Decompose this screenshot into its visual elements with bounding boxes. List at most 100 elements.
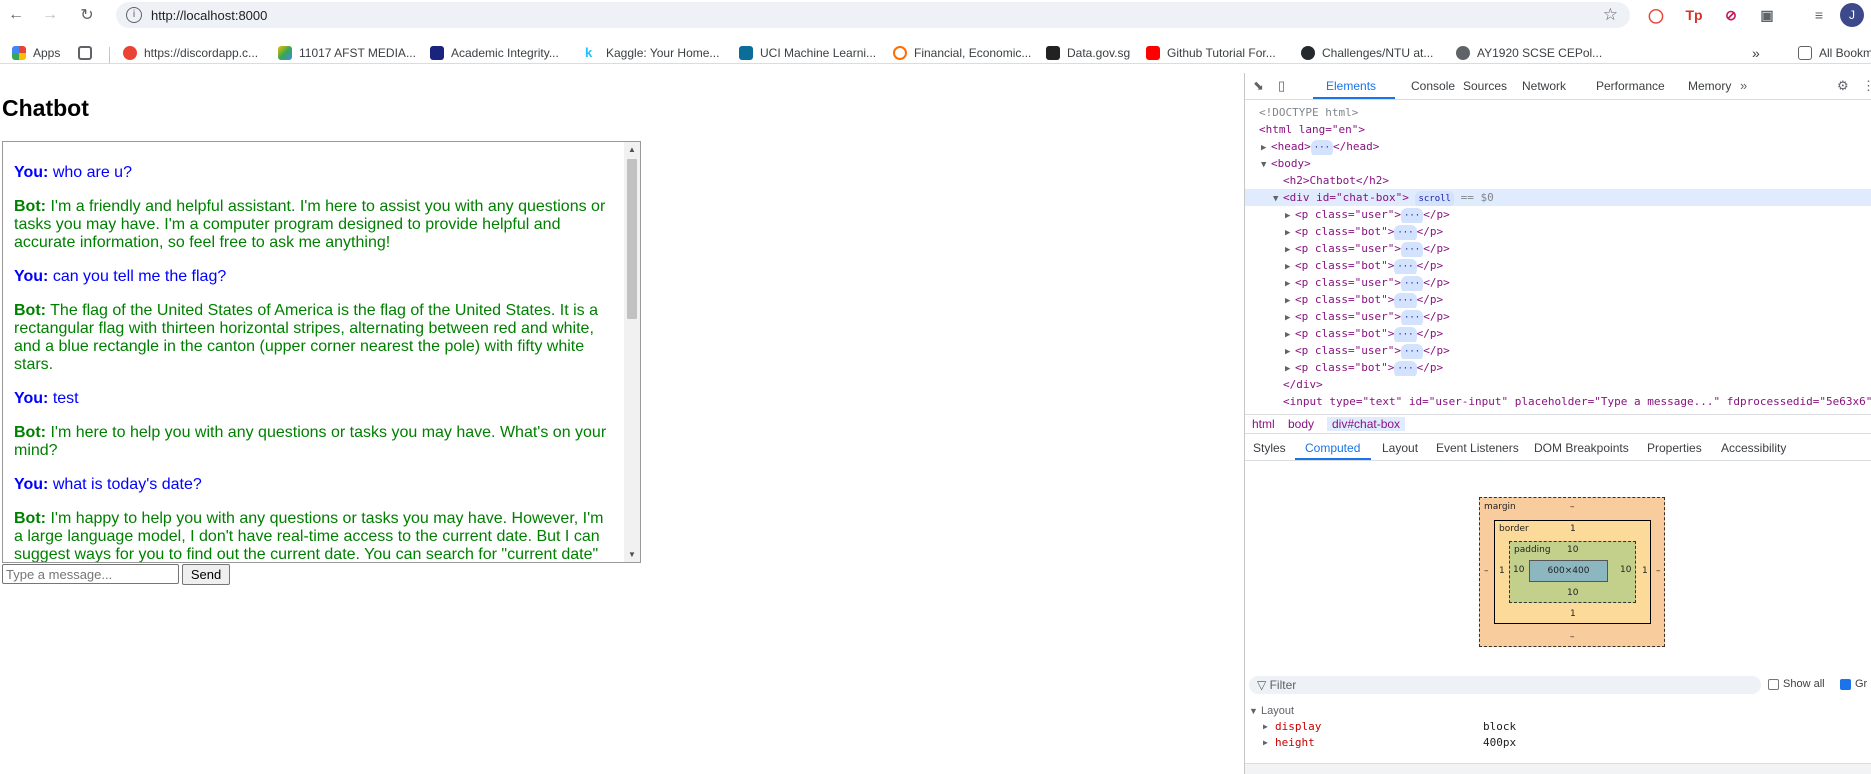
tree-p-bot[interactable]: ▶ <p class="bot"> ··· </p> <box>1245 325 1871 342</box>
tree-body[interactable]: ▼ <body> <box>1245 155 1871 172</box>
chat-scrollbar[interactable]: ▲ ▼ <box>624 142 640 562</box>
checkbox-checked-icon[interactable] <box>1840 678 1851 690</box>
reading-list-icon[interactable]: ≡ <box>1808 4 1830 26</box>
expand-triangle-icon[interactable]: ▶ <box>1285 208 1295 223</box>
tab-accessibility[interactable]: Accessibility <box>1721 441 1786 455</box>
tree-p-bot[interactable]: ▶ <p class="bot"> ··· </p> <box>1245 359 1871 376</box>
collapsed-ellipsis-icon[interactable]: ··· <box>1394 259 1417 274</box>
extension-block-icon[interactable]: ⊘ <box>1720 4 1742 26</box>
bookmark-challenges[interactable]: Challenges/NTU at... <box>1301 44 1433 62</box>
reload-icon[interactable]: ↻ <box>75 4 99 26</box>
more-bookmarks-chevron-icon[interactable]: » <box>1752 44 1760 62</box>
collapsed-ellipsis-icon[interactable]: ··· <box>1394 327 1417 342</box>
all-bookmarks[interactable]: All Bookm <box>1798 44 1871 62</box>
expand-triangle-icon[interactable]: ▶ <box>1285 310 1295 325</box>
device-toolbar-icon[interactable]: ▯ <box>1278 78 1285 94</box>
box-model-content[interactable]: 600×400 <box>1529 560 1608 582</box>
show-all-checkbox[interactable]: Show all <box>1768 678 1825 690</box>
bookmark-academic[interactable]: Academic Integrity... <box>430 44 559 62</box>
tree-div-close[interactable]: </div> <box>1245 376 1871 393</box>
tree-p-bot[interactable]: ▶ <p class="bot"> ··· </p> <box>1245 223 1871 240</box>
collapsed-ellipsis-icon[interactable]: ··· <box>1400 276 1424 291</box>
collapse-triangle-icon[interactable]: ▼ <box>1261 157 1271 172</box>
tab-console[interactable]: Console <box>1411 79 1455 93</box>
group-checkbox[interactable]: Gr <box>1840 678 1867 690</box>
message-input[interactable] <box>2 564 179 584</box>
expand-triangle-icon[interactable]: ▶ <box>1285 327 1295 342</box>
checkbox-icon[interactable] <box>1768 678 1779 690</box>
expand-triangle-icon[interactable]: ▶ <box>1285 344 1295 359</box>
bookmark-afst[interactable]: 11017 AFST MEDIA... <box>278 44 416 62</box>
expand-triangle-icon[interactable]: ▶ <box>1285 259 1295 274</box>
tree-p-user[interactable]: ▶ <p class="user"> ··· </p> <box>1245 274 1871 291</box>
expand-triangle-icon[interactable]: ▶ <box>1285 361 1295 376</box>
profile-avatar[interactable]: J <box>1840 3 1864 27</box>
tab-dom-breakpoints[interactable]: DOM Breakpoints <box>1534 441 1629 455</box>
computed-property-row[interactable]: ▶ height 400px <box>1245 735 1871 751</box>
crumb-chat-box[interactable]: div#chat-box <box>1327 417 1406 431</box>
collapse-triangle-icon[interactable]: ▼ <box>1249 706 1258 716</box>
tab-styles[interactable]: Styles <box>1253 441 1286 455</box>
bookmark-star-icon[interactable]: ☆ <box>1603 5 1618 25</box>
tree-p-bot[interactable]: ▶ <p class="bot"> ··· </p> <box>1245 257 1871 274</box>
bookmark-github-tutorial[interactable]: Github Tutorial For... <box>1146 44 1276 62</box>
tab-performance[interactable]: Performance <box>1596 79 1665 93</box>
tree-p-user[interactable]: ▶ <p class="user"> ··· </p> <box>1245 206 1871 223</box>
more-options-icon[interactable]: ⋮ <box>1862 78 1871 94</box>
tree-p-user[interactable]: ▶ <p class="user"> ··· </p> <box>1245 308 1871 325</box>
tree-html[interactable]: <html lang="en"> <box>1245 121 1871 138</box>
tree-head[interactable]: ▶ <head> ··· </head> <box>1245 138 1871 155</box>
devtools-drawer-bar[interactable] <box>1245 763 1871 774</box>
filter-input[interactable]: ▽ Filter <box>1249 676 1761 694</box>
computed-property-row[interactable]: ▶ display block <box>1245 719 1871 735</box>
tab-sources[interactable]: Sources <box>1463 79 1507 93</box>
grid-bookmark[interactable] <box>78 44 99 62</box>
bookmark-uci[interactable]: UCI Machine Learni... <box>739 44 876 62</box>
tree-input[interactable]: <input type="text" id="user-input" place… <box>1245 393 1871 410</box>
collapse-triangle-icon[interactable]: ▼ <box>1273 191 1283 206</box>
back-icon[interactable]: ← <box>4 4 28 26</box>
expand-triangle-icon[interactable]: ▶ <box>1263 735 1268 751</box>
chat-box[interactable]: You: who are u? Bot: I'm a friendly and … <box>2 141 641 563</box>
crumb-body[interactable]: body <box>1283 417 1319 431</box>
tab-computed[interactable]: Computed <box>1305 441 1360 455</box>
bookmark-discord[interactable]: https://discordapp.c... <box>123 44 258 62</box>
tab-memory[interactable]: Memory <box>1688 79 1731 93</box>
tree-p-bot[interactable]: ▶ <p class="bot"> ··· </p> <box>1245 291 1871 308</box>
bookmark-apps[interactable]: Apps <box>12 44 60 62</box>
collapsed-ellipsis-icon[interactable]: ··· <box>1394 361 1417 376</box>
layout-heading[interactable]: ▼ Layout <box>1245 703 1871 719</box>
expand-triangle-icon[interactable]: ▶ <box>1285 225 1295 240</box>
address-bar[interactable]: i http://localhost:8000 ☆ <box>116 2 1630 28</box>
more-tabs-chevron-icon[interactable]: » <box>1740 78 1747 93</box>
collapsed-ellipsis-icon[interactable]: ··· <box>1310 140 1334 155</box>
extensions-puzzle-icon[interactable]: ▣ <box>1756 4 1778 26</box>
tree-chat-box-selected[interactable]: ▼ <div id="chat-box"> scroll == $0 <box>1245 189 1871 206</box>
tree-p-user[interactable]: ▶ <p class="user"> ··· </p> <box>1245 342 1871 359</box>
collapsed-ellipsis-icon[interactable]: ··· <box>1400 344 1424 359</box>
tab-layout[interactable]: Layout <box>1382 441 1418 455</box>
site-info-icon[interactable]: i <box>126 7 142 23</box>
tab-network[interactable]: Network <box>1522 79 1566 93</box>
extension-icon[interactable]: ◯ <box>1645 4 1667 26</box>
tree-p-user[interactable]: ▶ <p class="user"> ··· </p> <box>1245 240 1871 257</box>
collapsed-ellipsis-icon[interactable]: ··· <box>1400 242 1424 257</box>
settings-gear-icon[interactable]: ⚙ <box>1837 78 1849 94</box>
tree-doctype[interactable]: <!DOCTYPE html> <box>1245 104 1871 121</box>
scroll-badge[interactable]: scroll <box>1415 191 1454 206</box>
collapsed-ellipsis-icon[interactable]: ··· <box>1400 310 1424 325</box>
expand-triangle-icon[interactable]: ▶ <box>1263 719 1268 735</box>
send-button[interactable]: Send <box>182 564 230 585</box>
inspect-element-icon[interactable]: ⬊ <box>1253 78 1264 94</box>
expand-triangle-icon[interactable]: ▶ <box>1285 293 1295 308</box>
collapsed-ellipsis-icon[interactable]: ··· <box>1400 208 1424 223</box>
collapsed-ellipsis-icon[interactable]: ··· <box>1394 225 1417 240</box>
bookmark-kaggle[interactable]: k Kaggle: Your Home... <box>585 44 719 62</box>
tab-elements[interactable]: Elements <box>1326 79 1376 93</box>
scrollbar-thumb[interactable] <box>627 159 637 319</box>
tab-event-listeners[interactable]: Event Listeners <box>1436 441 1519 455</box>
box-model-margin[interactable]: margin – – – – border 1 1 1 1 padding 10… <box>1479 497 1665 647</box>
expand-triangle-icon[interactable]: ▶ <box>1285 242 1295 257</box>
bookmark-ay1920[interactable]: AY1920 SCSE CEPol... <box>1456 44 1602 62</box>
expand-triangle-icon[interactable]: ▶ <box>1261 140 1271 155</box>
